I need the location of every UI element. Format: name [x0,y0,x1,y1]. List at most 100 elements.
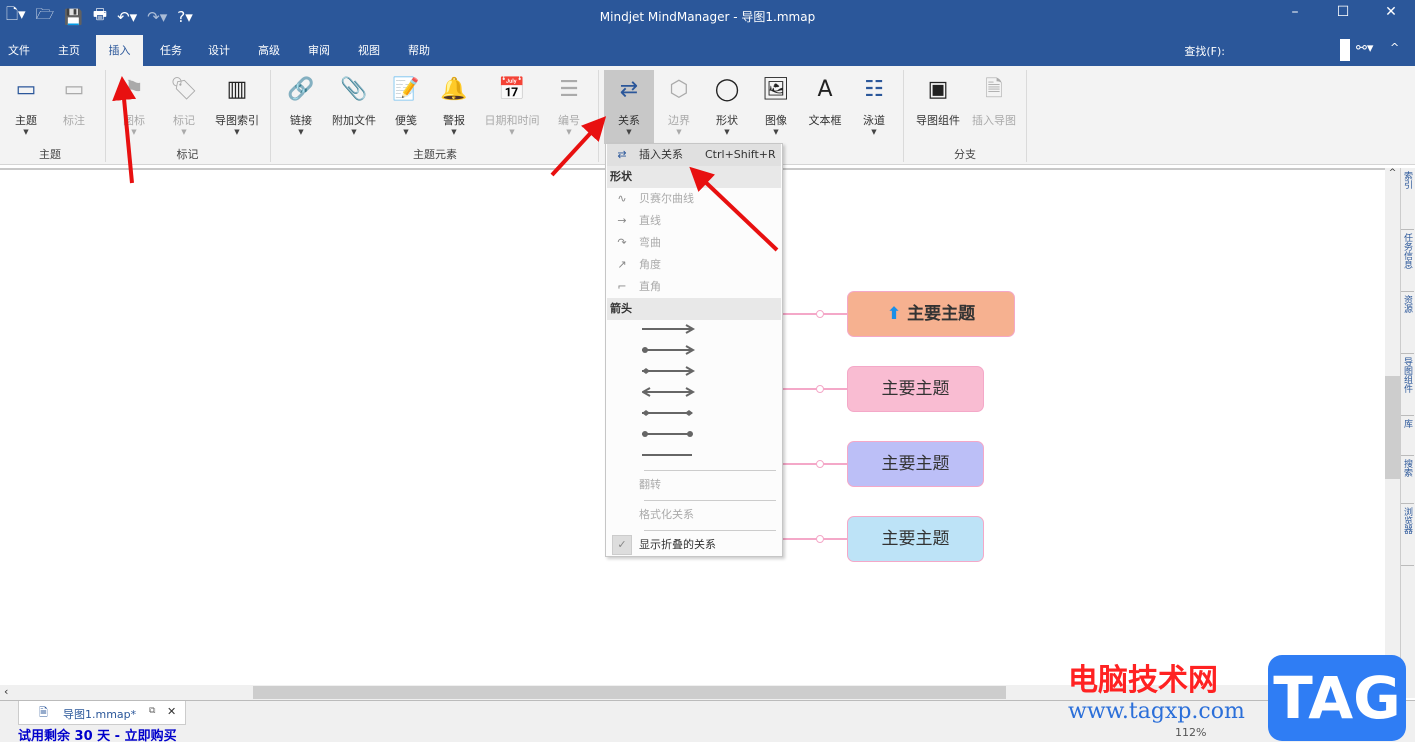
date-time-button[interactable]: 📅 日期和时间 ▼ [482,70,542,140]
tab-task[interactable]: 任务 [150,35,192,66]
tab-home[interactable]: 主页 [48,35,90,66]
callout-button[interactable]: ▭ 标注 [50,70,98,140]
side-tab-index[interactable]: 索引 [1401,168,1414,230]
notes-button[interactable]: 📝 便笺 ▼ [382,70,430,140]
swimlane-button[interactable]: ☷ 泳道 ▼ [850,70,898,140]
main-topic[interactable]: 主要主题 [847,516,984,562]
main-topic[interactable]: 主要主题 [847,366,984,412]
shape-button[interactable]: ◯ 形状 ▼ [703,70,751,140]
side-tab-map-parts[interactable]: 导图组件 [1401,354,1414,416]
status-bar: 试用剩余 30 天 - 立即购买 112% [0,725,1415,744]
find-label: 查找(F): [1184,45,1225,58]
arrow-style-dot-both[interactable] [642,429,698,439]
topic-button[interactable]: ▭ 主题 ▼ [2,70,50,140]
tab-view[interactable]: 视图 [348,35,390,66]
shape-bezier-item[interactable]: ∿ 贝赛尔曲线 [607,188,781,210]
tag-icon: 🏷 [170,77,198,102]
relationship-button[interactable]: ⇄ 关系 ▼ [604,70,654,144]
straight-line-icon: → [617,214,627,227]
icon-button[interactable]: ⚑ 图标 ▼ [110,70,158,140]
bell-icon: 🔔 [440,77,468,102]
binoculars-icon[interactable]: ⚯▾ [1356,41,1373,56]
minimize-button[interactable]: – [1271,4,1319,20]
curve-icon: ↷ [617,236,627,249]
map-parts-button[interactable]: ▣ 导图组件 [912,70,964,140]
side-tab-browser[interactable]: 浏览器 [1401,504,1414,566]
numbering-button[interactable]: ☰ 编号 ▼ [545,70,593,140]
side-tab-resources[interactable]: 资源 [1401,292,1414,354]
show-collapsed-relationships-item[interactable]: ✓ 显示折叠的关系 [607,534,781,556]
vertical-scroll-thumb[interactable] [1385,376,1400,479]
relationship-icon: ⇄ [619,77,639,102]
insert-map-button[interactable]: 🗎 插入导图 [968,70,1020,140]
map-parts-icon: ▣ [927,77,949,102]
tab-file[interactable]: 文件 [0,35,38,66]
shape-right-angle-item[interactable]: ⌐ 直角 [607,276,781,298]
tab-design[interactable]: 设计 [198,35,240,66]
ribbon-tabs: 文件 主页 插入 任务 设计 高级 审阅 视图 帮助 查找(F): ⚯▾ ^ [0,35,1415,66]
side-tab-library[interactable]: 库 [1401,416,1414,456]
side-tab-search[interactable]: 搜索 [1401,456,1414,504]
boundary-button[interactable]: ⬡ 边界 ▼ [655,70,703,140]
textbox-button[interactable]: A 文本框 [801,70,849,140]
arrow-style-none[interactable] [642,450,698,460]
side-panel-tabs: 索引 任务信息 资源 导图组件 库 搜索 浏览器 [1400,168,1415,698]
document-tab[interactable]: 🗎 导图1.mmap* ⧉ ✕ [18,701,186,725]
shape-icon: ◯ [714,77,740,102]
shortcut-label: Ctrl+Shift+R [705,148,776,161]
right-angle-icon: ⌐ [617,280,627,293]
tab-help[interactable]: 帮助 [398,35,440,66]
format-relationship-item[interactable]: 格式化关系 [607,504,781,526]
watermark-url: www.tagxp.com [1068,699,1245,724]
maximize-button[interactable]: ☐ [1319,4,1367,20]
relationship-dropdown-menu: ⇄ 插入关系 Ctrl+Shift+R 形状 ∿ 贝赛尔曲线 → 直线 ↷ 弯曲 ↗ 角度 … [605,143,783,557]
arrow-style-both[interactable] [642,387,698,397]
icon-marker-icon: ⚑ [124,77,144,102]
window-title: Mindjet MindManager - 导图1.mmap [599,10,816,24]
close-button[interactable]: ✕ [1367,4,1415,20]
watermark-cn: 电脑技术网 [1068,663,1218,698]
paperclip-icon: 📎 [340,77,368,102]
image-button[interactable]: 🖼 图像 ▼ [752,70,800,140]
arrow-style-diamond-end[interactable] [642,366,698,376]
topic-icon: ▭ [15,77,37,102]
callout-icon: ▭ [63,77,85,102]
arrow-style-dot-end[interactable] [642,345,698,355]
group-label-topic-elements: 主题元素 [413,148,457,161]
alert-button[interactable]: 🔔 警报 ▼ [430,70,478,140]
insert-relationship-item[interactable]: ⇄ 插入关系 Ctrl+Shift+R [607,144,781,166]
flip-item[interactable]: 翻转 [607,474,781,496]
group-label-branch: 分支 [954,148,976,161]
shape-curve-item[interactable]: ↷ 弯曲 [607,232,781,254]
tab-insert[interactable]: 插入 [96,35,143,66]
shape-angle-item[interactable]: ↗ 角度 [607,254,781,276]
image-icon: 🖼 [762,77,790,102]
map-index-icon: ▥ [226,77,248,102]
group-label-markers: 标记 [176,148,199,161]
main-topic[interactable]: ⬆ 主要主题 [847,291,1015,337]
main-topic[interactable]: 主要主题 [847,441,984,487]
textbox-icon: A [817,77,833,102]
arrow-style-diamond-both[interactable] [642,408,698,418]
group-label-topic: 主题 [39,148,61,161]
float-icon[interactable]: ⧉ [149,706,155,716]
tag-button[interactable]: 🏷 标记 ▼ [160,70,208,140]
calendar-icon: 📅 [498,77,526,102]
link-button[interactable]: 🔗 链接 ▼ [277,70,325,140]
collapse-ribbon-icon[interactable]: ^ [1390,41,1399,54]
side-tab-task-info[interactable]: 任务信息 [1401,230,1414,292]
watermark: 电脑技术网 www.tagxp.com TAG [1068,655,1406,741]
priority-up-arrow-icon: ⬆ [886,304,902,324]
close-tab-icon[interactable]: ✕ [167,705,176,718]
tab-review[interactable]: 审阅 [298,35,340,66]
relationship-icon: ⇄ [617,148,627,161]
tab-advanced[interactable]: 高级 [248,35,290,66]
shape-straight-item[interactable]: → 直线 [607,210,781,232]
map-index-button[interactable]: ▥ 导图索引 ▼ [212,70,262,140]
numbering-icon: ☰ [559,77,579,102]
attach-file-button[interactable]: 📎 附加文件 ▼ [329,70,379,140]
horizontal-scroll-thumb[interactable] [253,686,1006,699]
arrow-style-end[interactable] [642,324,698,334]
find-dropdown[interactable] [1340,39,1350,61]
angle-icon: ↗ [617,258,627,271]
